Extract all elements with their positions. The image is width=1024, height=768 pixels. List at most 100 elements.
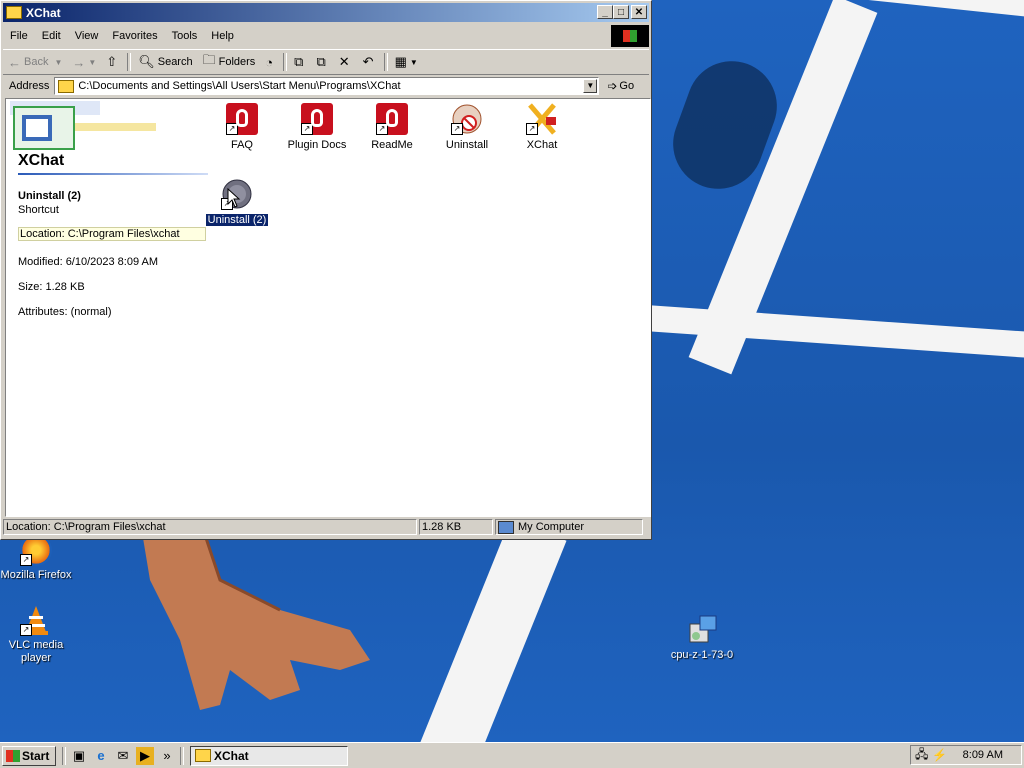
mouse-cursor-icon bbox=[227, 188, 241, 208]
address-dropdown-button[interactable]: ▼ bbox=[583, 79, 598, 93]
media-player-icon[interactable]: ▶ bbox=[136, 746, 154, 765]
title-bar[interactable]: XChat _ □ ✕ bbox=[3, 3, 649, 22]
clock[interactable]: 8:09 AM bbox=[963, 749, 1003, 761]
selected-item-size: Size: 1.28 KB bbox=[18, 281, 85, 293]
undo-icon: ↶ bbox=[362, 54, 374, 69]
file-item-label: ReadMe bbox=[371, 139, 413, 151]
back-button[interactable]: ← Back ▼ bbox=[3, 51, 67, 73]
windows-flag-icon bbox=[6, 749, 20, 762]
taskbar-separator bbox=[180, 746, 184, 765]
dropdown-arrow-icon: ▼ bbox=[88, 57, 97, 67]
outlook-express-icon[interactable]: ✉ bbox=[114, 747, 132, 765]
file-item-label: Uninstall bbox=[445, 139, 489, 151]
address-field[interactable]: C:\Documents and Settings\All Users\Star… bbox=[54, 77, 600, 95]
shortcut-arrow-icon: ↗ bbox=[20, 554, 32, 566]
status-zone: My Computer bbox=[495, 519, 643, 535]
delete-icon: ✕ bbox=[338, 54, 350, 69]
move-to-icon: ⧉ bbox=[294, 54, 304, 69]
shortcut-arrow-icon: ↗ bbox=[526, 123, 538, 135]
network-icon[interactable]: 🖧 bbox=[915, 745, 928, 766]
show-desktop-icon[interactable]: ▣ bbox=[70, 747, 88, 765]
folder-banner-art bbox=[10, 101, 156, 150]
selected-item-attributes: Attributes: (normal) bbox=[18, 306, 112, 318]
file-item-label: FAQ bbox=[230, 139, 253, 151]
desktop-icon-firefox[interactable]: ↗ Mozilla Firefox bbox=[0, 534, 76, 582]
folder-icon bbox=[58, 79, 75, 93]
status-zone-label: My Computer bbox=[518, 520, 585, 533]
up-button[interactable]: ⇧ bbox=[101, 51, 125, 73]
selected-item-location: Location: C:\Program Files\xchat bbox=[18, 227, 206, 241]
folder-title-divider bbox=[18, 173, 208, 175]
document-icon: ↗ bbox=[376, 103, 408, 135]
system-tray: 🖧 ⚡ 8:09 AM bbox=[910, 745, 1022, 765]
folders-icon: 🗀 bbox=[202, 52, 216, 67]
menu-favorites[interactable]: Favorites bbox=[105, 30, 164, 42]
file-item-readme[interactable]: ↗ ReadMe bbox=[354, 103, 430, 151]
forward-button[interactable]: → ▼ bbox=[67, 51, 101, 73]
minimize-button[interactable]: _ bbox=[597, 5, 613, 19]
shortcut-arrow-icon: ↗ bbox=[226, 123, 238, 135]
menu-help[interactable]: Help bbox=[204, 30, 241, 42]
address-path: C:\Documents and Settings\All Users\Star… bbox=[78, 80, 401, 92]
undo-button[interactable]: ↶ bbox=[358, 51, 382, 73]
status-size: 1.28 KB bbox=[419, 519, 493, 535]
go-label: Go bbox=[619, 80, 635, 92]
start-button[interactable]: Start bbox=[2, 745, 56, 766]
folders-button[interactable]: 🗀 Folders bbox=[198, 51, 261, 73]
file-item-uninstall[interactable]: ↗ Uninstall bbox=[429, 103, 505, 151]
file-item-label: XChat bbox=[526, 139, 558, 151]
views-button[interactable]: ▦ ▼ bbox=[390, 51, 423, 73]
explorer-window: XChat _ □ ✕ File Edit View Favorites Too… bbox=[0, 0, 652, 540]
maximize-button[interactable]: □ bbox=[613, 5, 629, 19]
history-button[interactable]: ◔ bbox=[260, 51, 281, 73]
vlc-icon: ↗ bbox=[20, 604, 52, 636]
document-icon: ↗ bbox=[226, 103, 258, 135]
windows-logo bbox=[611, 25, 649, 47]
menu-tools[interactable]: Tools bbox=[165, 30, 205, 42]
search-label: Search bbox=[157, 56, 193, 68]
wallpaper-hand bbox=[140, 520, 370, 710]
window-title: XChat bbox=[26, 5, 61, 20]
copy-to-button[interactable]: ⧉ bbox=[311, 51, 333, 73]
folder-title: XChat bbox=[18, 152, 65, 169]
internet-explorer-icon[interactable]: e bbox=[92, 747, 110, 765]
menu-edit[interactable]: Edit bbox=[35, 30, 68, 42]
back-arrow-icon: ← bbox=[8, 54, 21, 70]
desktop-icon-vlc[interactable]: ↗ VLC media player bbox=[0, 604, 76, 665]
computer-icon bbox=[498, 520, 514, 534]
document-icon: ↗ bbox=[301, 103, 333, 135]
menu-bar: File Edit View Favorites Tools Help bbox=[3, 25, 649, 47]
file-item-xchat[interactable]: ↗ XChat bbox=[504, 103, 580, 151]
shortcut-arrow-icon: ↗ bbox=[451, 123, 463, 135]
taskbar-separator bbox=[62, 746, 66, 765]
start-label: Start bbox=[22, 748, 50, 763]
menu-view[interactable]: View bbox=[68, 30, 106, 42]
file-item-faq[interactable]: ↗ FAQ bbox=[204, 103, 280, 151]
folder-icon bbox=[195, 749, 211, 762]
move-to-button[interactable]: ⧉ bbox=[289, 51, 311, 73]
folder-up-icon: ⇧ bbox=[106, 54, 118, 69]
taskbar: Start ▣ e ✉ ▶ » XChat 🖧 ⚡ 8:09 AM bbox=[0, 742, 1024, 768]
close-button[interactable]: ✕ bbox=[631, 5, 647, 19]
search-icon: 🔍︎ bbox=[138, 54, 155, 69]
menu-file[interactable]: File bbox=[3, 30, 35, 42]
quick-launch-more[interactable]: » bbox=[158, 747, 176, 765]
go-button[interactable]: ➩ Go bbox=[607, 79, 634, 93]
search-button[interactable]: 🔍︎ Search bbox=[133, 51, 197, 73]
folder-icon bbox=[6, 6, 22, 19]
folders-label: Folders bbox=[218, 56, 256, 68]
uninstall-icon: ↗ bbox=[451, 103, 483, 135]
toolbar: ← Back ▼ → ▼ ⇧ 🔍︎ Search 🗀 Folders ◔ ⧉ ⧉… bbox=[3, 49, 649, 75]
address-bar: Address C:\Documents and Settings\All Us… bbox=[3, 75, 649, 97]
toolbar-separator bbox=[383, 53, 388, 71]
taskbar-button-xchat[interactable]: XChat bbox=[190, 745, 348, 766]
delete-button[interactable]: ✕ bbox=[334, 51, 358, 73]
plug-icon[interactable]: ⚡ bbox=[932, 748, 947, 762]
desktop-icon-cpuz[interactable]: cpu-z-1-73-0 bbox=[662, 614, 742, 662]
toolbar-separator bbox=[283, 53, 288, 71]
dropdown-arrow-icon: ▼ bbox=[409, 57, 418, 67]
file-item-plugin-docs[interactable]: ↗ Plugin Docs bbox=[279, 103, 355, 151]
views-icon: ▦ bbox=[394, 54, 407, 69]
forward-arrow-icon: → bbox=[72, 54, 86, 70]
desktop-icon-label: Mozilla Firefox bbox=[0, 569, 72, 581]
